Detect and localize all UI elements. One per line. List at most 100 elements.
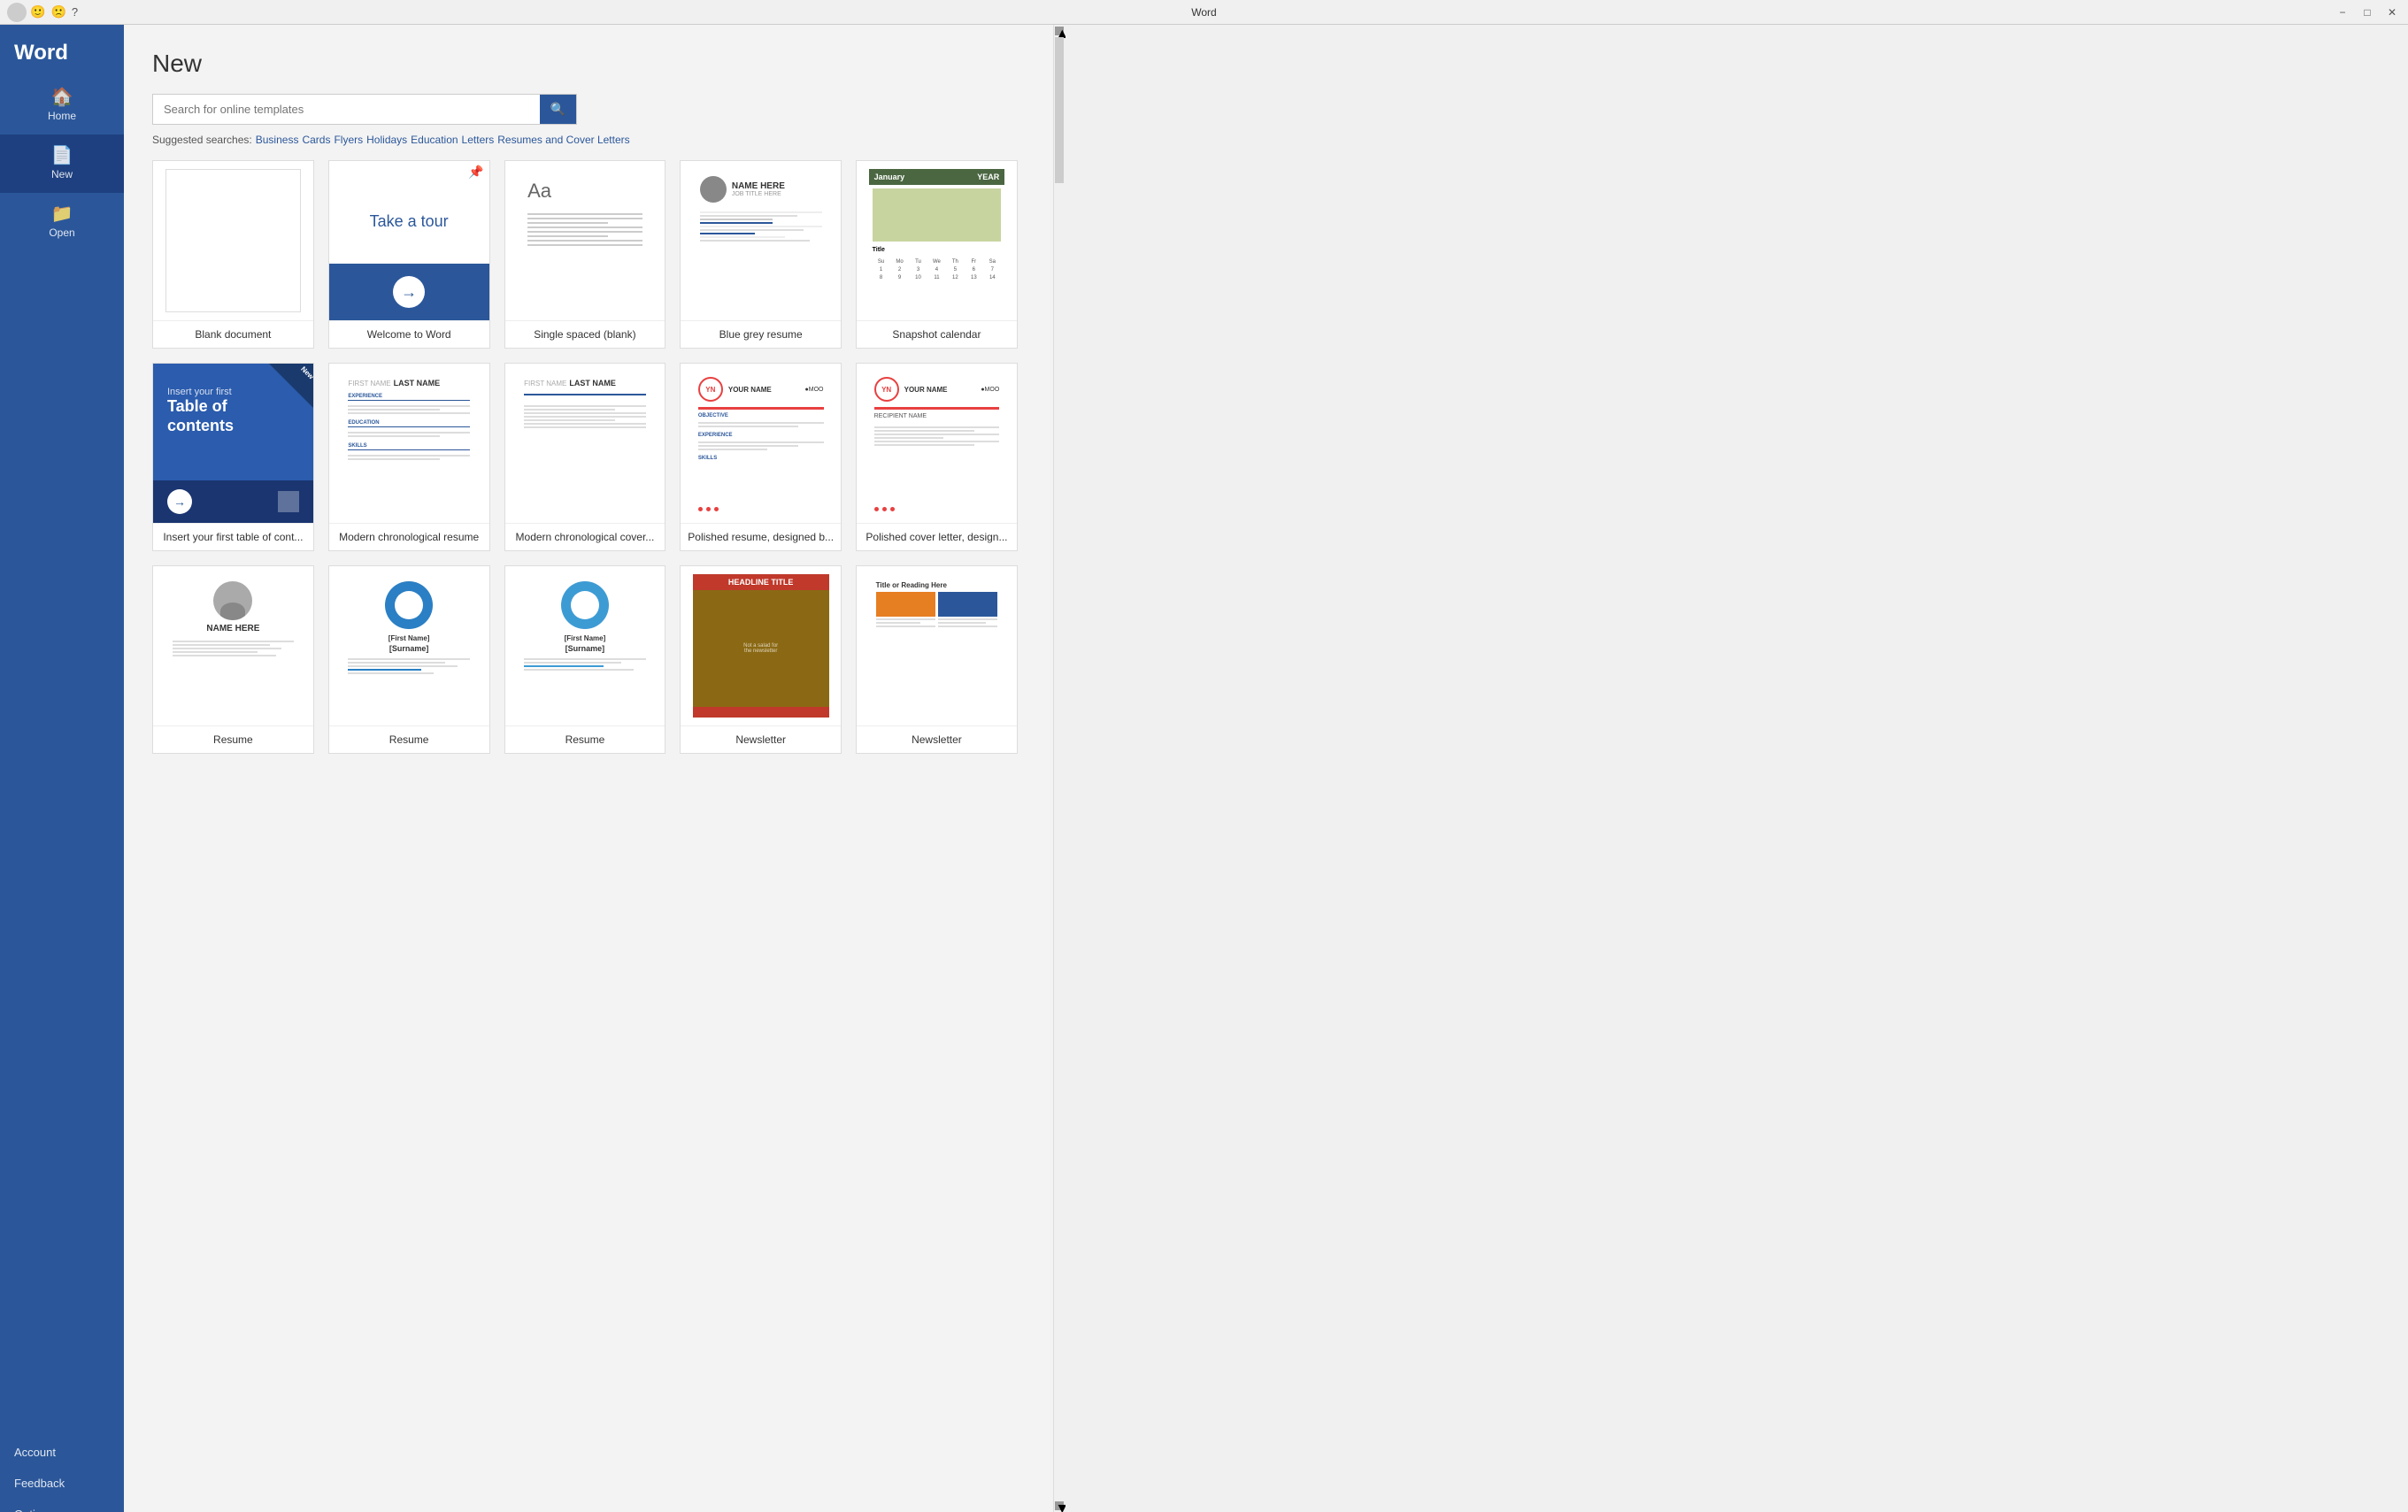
- template-blank[interactable]: Blank document: [152, 160, 314, 349]
- p-line-5: [698, 449, 767, 450]
- cal-d9: 9: [891, 274, 909, 281]
- cal-d3: 3: [910, 266, 927, 273]
- template-mod-resume[interactable]: FIRST NAME LAST NAME EXPERIENCE EDUCATIO…: [328, 363, 490, 551]
- template-single[interactable]: Aa Single spaced (blank): [504, 160, 666, 349]
- prl-1: [173, 641, 295, 642]
- sidebar-item-open[interactable]: 📁 Open: [0, 193, 124, 251]
- yn-circle-cover: YN: [874, 377, 899, 402]
- scrollbar[interactable]: ▲ ▼: [1053, 25, 1066, 1512]
- pin-icon[interactable]: 📌: [468, 165, 483, 180]
- r-line-6: [700, 236, 785, 238]
- r-line-2: [700, 215, 797, 217]
- bc1-firstname: [First Name]: [389, 634, 430, 642]
- cal-su: Su: [873, 258, 890, 265]
- scroll-up-arrow[interactable]: ▲: [1055, 27, 1064, 35]
- inner-circle1: [395, 591, 423, 619]
- cal-we: We: [927, 258, 945, 265]
- mod-l6: [348, 455, 470, 457]
- mod-experience: EXPERIENCE: [348, 394, 470, 401]
- template-toc[interactable]: New Insert your first Table of contents …: [152, 363, 314, 551]
- dot-c2: [882, 507, 887, 511]
- sidebar-item-home[interactable]: 🏠 Home: [0, 76, 124, 134]
- mod-cover-name-row: FIRST NAME LAST NAME: [524, 379, 646, 388]
- mod-l4: [348, 432, 470, 434]
- template-food-news[interactable]: HEADLINE TITLE Not a salad forthe newsle…: [680, 565, 842, 754]
- template-blue-circle2[interactable]: [First Name] [Surname] Resume: [504, 565, 666, 754]
- template-calendar[interactable]: January YEAR Title Su Mo Tu We Th Fr: [856, 160, 1018, 349]
- template-orange-news[interactable]: Title or Reading Here: [856, 565, 1018, 754]
- suggested-cards[interactable]: Cards: [302, 134, 330, 146]
- scroll-down-arrow[interactable]: ▼: [1055, 1501, 1064, 1510]
- bc1-l1: [348, 658, 470, 660]
- mod-edu-lines: [348, 432, 470, 437]
- cal-month: January: [874, 173, 905, 181]
- prl-2: [173, 644, 270, 646]
- pc-line-6: [874, 444, 974, 446]
- search-button[interactable]: 🔍: [540, 95, 576, 124]
- template-person-resume1[interactable]: NAME HERE Resume: [152, 565, 314, 754]
- on-l5: [938, 622, 986, 624]
- template-mod-cover[interactable]: FIRST NAME LAST NAME: [504, 363, 666, 551]
- template-polished-cover[interactable]: YN YOUR NAME ●MOO RECIPIENT NAME: [856, 363, 1018, 551]
- suggested-resumes[interactable]: Resumes and Cover Letters: [497, 134, 629, 146]
- sidebar-nav: 🏠 Home 📄 New 📁 Open: [0, 76, 124, 1437]
- cal-page: January YEAR Title Su Mo Tu We Th Fr: [869, 169, 1005, 312]
- pc-line-5: [874, 441, 1000, 442]
- cal-d13: 13: [965, 274, 982, 281]
- account-item[interactable]: Account: [0, 1437, 124, 1468]
- bc1-l4: [348, 669, 421, 671]
- cal-d14: 14: [983, 274, 1001, 281]
- sidebar: Word 🏠 Home 📄 New 📁 Open Account Feedbac…: [0, 25, 124, 1512]
- help-icon[interactable]: ?: [72, 5, 78, 19]
- r-line-blue-2: [700, 233, 755, 234]
- sad-icon[interactable]: 🙁: [50, 4, 65, 19]
- template-bgresume-thumb: NAME HERE JOB TITLE HERE: [681, 161, 841, 320]
- template-mod-resume-thumb: FIRST NAME LAST NAME EXPERIENCE EDUCATIO…: [329, 364, 489, 523]
- main-content: New 🔍 Suggested searches: Business Cards…: [124, 25, 1053, 1512]
- food-subtitle: Not a salad forthe newsletter: [743, 643, 778, 654]
- aa-text: Aa: [527, 180, 642, 203]
- template-blue-circle1[interactable]: [First Name] [Surname] Resume: [328, 565, 490, 754]
- scroll-thumb[interactable]: [1055, 37, 1064, 183]
- template-person-resume1-thumb: NAME HERE: [153, 566, 313, 725]
- bgresume-page: NAME HERE JOB TITLE HERE: [693, 169, 829, 312]
- suggested-flyers[interactable]: Flyers: [334, 134, 363, 146]
- sidebar-item-new[interactable]: 📄 New: [0, 134, 124, 193]
- suggested-holidays[interactable]: Holidays: [366, 134, 407, 146]
- close-button[interactable]: ✕: [2383, 4, 2401, 21]
- options-item[interactable]: Options: [0, 1499, 124, 1512]
- sidebar-item-open-label: Open: [49, 226, 74, 239]
- template-blue-grey-resume[interactable]: NAME HERE JOB TITLE HERE: [680, 160, 842, 349]
- orange-col1: [876, 592, 935, 710]
- person-body1: [220, 602, 245, 620]
- template-polished-resume-thumb: YN YOUR NAME ●MOO OBJECTIVE EXPERIENCE: [681, 364, 841, 523]
- suggested-business[interactable]: Business: [256, 134, 299, 146]
- bc2-l3: [524, 665, 603, 667]
- feedback-item[interactable]: Feedback: [0, 1468, 124, 1499]
- tour-text: Take a tour: [370, 212, 449, 231]
- bc1-l5: [348, 672, 433, 674]
- cal-grid: Su Mo Tu We Th Fr Sa 1 2 3 4 5 6: [869, 255, 1005, 285]
- template-mod-cover-label: Modern chronological cover...: [505, 523, 665, 550]
- maximize-button[interactable]: □: [2358, 4, 2376, 21]
- template-tour[interactable]: Take a tour → Welcome to Word 📌: [328, 160, 490, 349]
- mod-l1: [348, 405, 470, 407]
- template-blue-circle1-thumb: [First Name] [Surname]: [329, 566, 489, 725]
- template-tour-thumb: Take a tour →: [329, 161, 489, 320]
- template-polished-resume[interactable]: YN YOUR NAME ●MOO OBJECTIVE EXPERIENCE: [680, 363, 842, 551]
- template-cal-thumb: January YEAR Title Su Mo Tu We Th Fr: [857, 161, 1017, 320]
- tour-banner: →: [329, 264, 489, 320]
- blue-circle1-page: [First Name] [Surname]: [341, 574, 477, 718]
- line-6: [527, 235, 608, 237]
- mod-resume-page: FIRST NAME LAST NAME EXPERIENCE EDUCATIO…: [341, 372, 477, 515]
- minimize-button[interactable]: −: [2334, 4, 2351, 21]
- suggested-letters[interactable]: Letters: [462, 134, 495, 146]
- polished-content-lines: OBJECTIVE EXPERIENCE SKILLS: [693, 410, 829, 466]
- page-title: New: [152, 50, 1025, 78]
- smiley-icon[interactable]: 🙂: [30, 4, 45, 19]
- templates-grid: Blank document Take a tour → Welcome to …: [152, 160, 1025, 754]
- suggested-education[interactable]: Education: [411, 134, 458, 146]
- bc1-lines: [348, 658, 470, 674]
- mod-cover-first: FIRST NAME: [524, 380, 566, 388]
- search-input[interactable]: [153, 96, 540, 123]
